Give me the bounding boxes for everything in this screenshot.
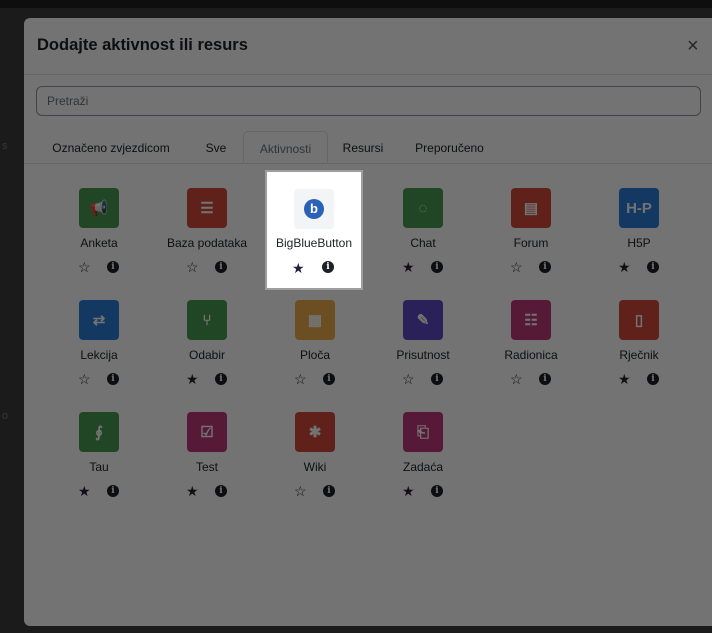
star-icon[interactable]: ☆ [186,260,199,274]
info-icon[interactable]: i [539,261,551,273]
info-icon[interactable]: i [431,373,443,385]
activity-label: Prisutnost [396,348,450,362]
activity-card[interactable]: ☑ Test ★ i [160,394,254,514]
info-icon[interactable]: i [322,261,334,273]
star-icon[interactable]: ☆ [510,372,523,386]
modal-title: Dodajte aktivnost ili resurs [37,36,248,54]
info-icon[interactable]: i [539,373,551,385]
activity-label: Wiki [303,460,327,474]
star-icon[interactable]: ★ [186,484,199,498]
info-icon[interactable]: i [647,261,659,273]
activity-card[interactable]: ∮ Tau ★ i [52,394,146,514]
activity-card[interactable]: ⑂ Odabir ★ i [160,282,254,402]
activity-card[interactable]: ✱ Wiki ☆ i [268,394,362,514]
info-icon[interactable]: i [323,485,335,497]
bigbluebutton-icon: b [294,189,334,229]
star-icon[interactable]: ☆ [78,260,91,274]
star-icon[interactable]: ★ [618,260,631,274]
activity-label: Odabir [188,348,226,362]
close-icon[interactable]: × [687,36,699,56]
chat-icon: ◌ [403,188,443,228]
activity-grid: 📢 Anketa ☆ i ☰ Baza podataka ☆ i BigBlueButton ★ i… [24,164,712,626]
lesson-icon: ⇄ [79,300,119,340]
backdrop-top-edge [0,0,712,8]
star-icon[interactable]: ☆ [294,372,307,386]
tau-icon: ∮ [79,412,119,452]
modal-header: Dodajte aktivnost ili resurs × [24,18,712,75]
activity-card[interactable]: ◌ Chat ★ i [376,170,470,290]
activity-label: Lekcija [80,348,118,362]
info-icon[interactable]: i [431,261,443,273]
star-icon[interactable]: ★ [292,260,305,277]
activity-label: Radionica [504,348,558,362]
info-icon[interactable]: i [215,373,227,385]
activity-card[interactable]: ▦ Ploča ☆ i [268,282,362,402]
activity-label: Chat [410,236,436,250]
activity-card[interactable]: ▯ Rječnik ★ i [592,282,686,402]
activity-card[interactable]: ☷ Radionica ☆ i [484,282,578,402]
h5p-icon: H-P [619,188,659,228]
activity-card[interactable]: ⇄ Lekcija ☆ i [52,282,146,402]
activity-label: Rječnik [619,348,659,362]
background-text: o [2,410,9,422]
tour-spotlight-bigbluebutton[interactable]: b BigBlueButton ★ i [267,172,361,288]
info-icon[interactable]: i [215,485,227,497]
activity-label: Forum [513,236,549,250]
tab-activities[interactable]: Aktivnosti [243,131,328,163]
activity-label: Baza podataka [166,236,248,250]
star-icon[interactable]: ★ [402,484,415,498]
tab-all[interactable]: Sve [192,131,240,163]
background-text: s [2,140,8,152]
star-icon[interactable]: ☆ [294,484,307,498]
info-icon[interactable]: i [107,373,119,385]
info-icon[interactable]: i [323,373,335,385]
tab-resources[interactable]: Resursi [332,131,394,163]
tab-starred[interactable]: Označeno zvjezdicom [36,131,186,163]
info-icon[interactable]: i [215,261,227,273]
quiz-icon: ☑ [187,412,227,452]
activity-label: Zadaća [402,460,444,474]
tab-recommended[interactable]: Preporučeno [402,131,497,163]
activity-card[interactable]: ▤ Forum ☆ i [484,170,578,290]
star-icon[interactable]: ☆ [78,372,91,386]
activity-label: H5P [627,236,651,250]
star-icon[interactable]: ★ [618,372,631,386]
info-icon[interactable]: i [107,485,119,497]
star-icon[interactable]: ☆ [402,372,415,386]
activity-card[interactable]: H-P H5P ★ i [592,170,686,290]
activity-label: Ploča [299,348,331,362]
megaphone-icon: 📢 [79,188,119,228]
star-icon[interactable]: ★ [186,372,199,386]
activity-label: Tau [89,460,109,474]
workshop-icon: ☷ [511,300,551,340]
choice-icon: ⑂ [187,300,227,340]
activity-card[interactable]: ✎ Prisutnost ☆ i [376,282,470,402]
activity-chooser-modal: Dodajte aktivnost ili resurs × Označeno … [24,18,712,626]
assignment-icon: ⎗ [403,412,443,452]
attendance-icon: ✎ [403,300,443,340]
activity-card[interactable]: ☰ Baza podataka ☆ i [160,170,254,290]
info-icon[interactable]: i [647,373,659,385]
star-icon[interactable]: ★ [78,484,91,498]
activity-card[interactable]: 📢 Anketa ☆ i [52,170,146,290]
info-icon[interactable]: i [431,485,443,497]
board-icon: ▦ [295,300,335,340]
forum-icon: ▤ [511,188,551,228]
info-icon[interactable]: i [107,261,119,273]
activity-label: BigBlueButton [275,236,353,250]
wiki-icon: ✱ [295,412,335,452]
database-icon: ☰ [187,188,227,228]
tab-bar: Označeno zvjezdicom Sve Aktivnosti Resur… [24,131,712,164]
activity-label: Test [195,460,218,474]
glossary-icon: ▯ [619,300,659,340]
activity-card[interactable]: ⎗ Zadaća ★ i [376,394,470,514]
star-icon[interactable]: ☆ [510,260,523,274]
search-input[interactable] [36,86,701,116]
star-icon[interactable]: ★ [402,260,415,274]
activity-label: Anketa [80,236,118,250]
